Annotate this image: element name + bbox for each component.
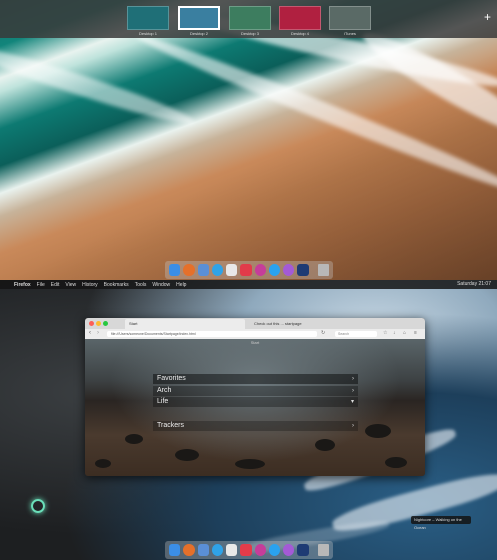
dock (165, 541, 333, 559)
desktop-thumbnail[interactable] (127, 6, 169, 30)
twitter-icon[interactable] (268, 264, 281, 276)
desktop-thumbnail[interactable] (229, 6, 271, 30)
tab-bar: Start Check out this ... startpage (85, 318, 425, 329)
menu-history[interactable]: History (82, 282, 98, 288)
rock (365, 424, 391, 438)
back-icon[interactable]: ‹ (89, 330, 91, 336)
tab-start[interactable]: Start (125, 319, 245, 329)
menu-item-arch[interactable]: Arch › (153, 386, 358, 396)
close-window-button[interactable] (89, 321, 94, 326)
desktop-screen: Firefox File Edit View History Bookmarks… (0, 280, 497, 560)
download-icon[interactable]: ↓ (393, 330, 396, 336)
menu-bookmarks[interactable]: Bookmarks (104, 282, 129, 288)
rock (235, 459, 265, 469)
trash-icon[interactable] (317, 544, 329, 556)
menu-app-name[interactable]: Firefox (14, 282, 31, 288)
star-icon[interactable]: ☆ (383, 330, 387, 336)
music-icon[interactable] (240, 544, 252, 556)
firefox-icon[interactable] (183, 544, 195, 556)
add-desktop-button[interactable]: + (484, 10, 491, 24)
url-bar[interactable]: file:///Users/someone/Documents/Startpag… (107, 331, 317, 337)
desktop-label: Desktop 4 (290, 31, 309, 36)
calendar-icon[interactable] (226, 264, 238, 276)
mail-icon[interactable] (197, 544, 209, 556)
menu-tools[interactable]: Tools (135, 282, 147, 288)
twitter-icon[interactable] (268, 544, 281, 556)
rock (315, 439, 335, 451)
safari-icon[interactable] (211, 544, 224, 556)
trash-icon[interactable] (317, 264, 329, 276)
rock (125, 434, 143, 444)
menu-item-label: Life (157, 398, 169, 405)
podcasts-icon[interactable] (283, 264, 295, 276)
search-input[interactable]: Search (335, 331, 377, 337)
podcasts-icon[interactable] (283, 544, 295, 556)
rock (385, 457, 407, 468)
reload-icon[interactable]: ↻ (321, 330, 325, 336)
cursor-ring-icon (31, 499, 45, 513)
desktop-thumbnail-active[interactable] (178, 6, 220, 30)
zoom-window-button[interactable] (103, 321, 108, 326)
calendar-icon[interactable] (226, 544, 238, 556)
menu-item-life[interactable]: Life ▾ (153, 397, 358, 407)
desktop-label: Desktop 3 (240, 31, 259, 36)
menu-file[interactable]: File (37, 282, 45, 288)
chevron-right-icon: › (352, 388, 354, 394)
menu-bar: Firefox File Edit View History Bookmarks… (0, 280, 497, 289)
chevron-right-icon: › (352, 376, 354, 382)
finder-icon[interactable] (169, 264, 181, 276)
menu-item-trackers[interactable]: Trackers › (153, 421, 358, 431)
menu-window[interactable]: Window (152, 282, 170, 288)
mail-icon[interactable] (197, 264, 209, 276)
desktop-thumbnail[interactable] (329, 6, 371, 30)
desktop-thumbnail[interactable] (279, 6, 321, 30)
menu-edit[interactable]: Edit (51, 282, 60, 288)
spaces-bar: Desktop 1 Desktop 2 Desktop 3 Desktop 4 … (0, 0, 497, 38)
rock (175, 449, 199, 461)
minimize-window-button[interactable] (96, 321, 101, 326)
menu-item-label: Arch (157, 387, 172, 394)
tab-second[interactable]: Check out this ... startpage (250, 319, 380, 329)
menu-item-label: Trackers (157, 422, 184, 429)
startpage-content: Start Favorites › Arch › Life ▾ Trackers… (85, 339, 425, 476)
menu-help[interactable]: Help (176, 282, 186, 288)
photoshop-icon[interactable] (297, 264, 309, 276)
mission-control-screen: Desktop 1 Desktop 2 Desktop 3 Desktop 4 … (0, 0, 497, 280)
safari-icon[interactable] (211, 264, 224, 276)
menu-view[interactable]: View (65, 282, 76, 288)
music-icon[interactable] (240, 264, 252, 276)
browser-window: Start Check out this ... startpage ‹ › f… (85, 318, 425, 476)
menu-icon[interactable]: ≡ (414, 330, 417, 336)
home-icon[interactable]: ⌂ (403, 330, 406, 336)
firefox-icon[interactable] (183, 264, 195, 276)
dock (165, 261, 333, 279)
now-playing-notification[interactable]: Nightcore – Walking on the Ocean (411, 516, 471, 530)
chevron-right-icon: › (352, 423, 354, 429)
rock (95, 459, 111, 468)
forward-icon[interactable]: › (97, 330, 99, 336)
chevron-down-icon: ▾ (350, 399, 354, 405)
page-title: Start (250, 340, 260, 345)
photoshop-icon[interactable] (297, 544, 309, 556)
menu-item-label: Favorites (157, 375, 186, 382)
finder-icon[interactable] (169, 544, 181, 556)
menu-item-favorites[interactable]: Favorites › (153, 374, 358, 384)
desktop-label: Desktop 2 (189, 31, 208, 36)
menubar-clock[interactable]: Saturday 21:07 (457, 281, 491, 287)
desktop-label: Desktop 1 (138, 31, 157, 36)
itunes-icon[interactable] (254, 544, 266, 556)
itunes-icon[interactable] (254, 264, 266, 276)
desktop-label: iTunes (344, 31, 356, 36)
